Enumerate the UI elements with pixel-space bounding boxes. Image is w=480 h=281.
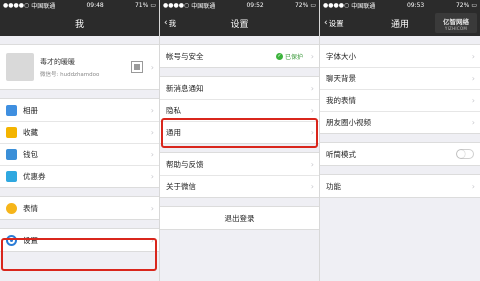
back-button[interactable]: ‹ 我 bbox=[164, 10, 176, 36]
chevron-right-icon: › bbox=[150, 150, 154, 159]
signal-icon: ●●●●○ bbox=[3, 1, 30, 9]
avatar bbox=[6, 53, 34, 81]
page-title: 设置 bbox=[230, 19, 249, 30]
back-button[interactable]: ‹ 设置 bbox=[324, 10, 344, 36]
menu-item-my-stickers[interactable]: 我的表情 › bbox=[320, 89, 480, 111]
menu-item-features[interactable]: 功能 › bbox=[320, 175, 480, 197]
battery-level: 72% bbox=[294, 1, 309, 9]
general-highlight-box bbox=[161, 118, 318, 148]
chevron-left-icon: ‹ bbox=[164, 18, 168, 28]
status-bar: ●●●●○ 中国联通 09:53 72% ▭ bbox=[320, 0, 480, 10]
chevron-right-icon: › bbox=[471, 74, 475, 83]
menu-group-main: 相册 › 收藏 › 钱包 › 优惠券 › bbox=[0, 98, 159, 188]
chevron-right-icon: › bbox=[471, 118, 475, 127]
chevron-right-icon: › bbox=[310, 159, 314, 169]
navbar: ‹ 设置 通用 亿智网络 YIZHICOM bbox=[320, 10, 480, 36]
brand-name: 亿智网络 bbox=[443, 17, 469, 26]
profile-id: 微信号: huddzhamdoo bbox=[40, 71, 100, 78]
status-time: 09:53 bbox=[406, 1, 425, 9]
chevron-right-icon: › bbox=[310, 182, 314, 191]
menu-item-help-feedback[interactable]: 帮助与反馈 › bbox=[160, 153, 319, 175]
menu-item-font-size[interactable]: 字体大小 › bbox=[320, 45, 480, 67]
screen-me: ●●●●○ 中国联通 09:48 71% ▭ 我 毒才的暖暖 微信号: huddzh… bbox=[0, 0, 160, 281]
protected-badge: ✓ 已保护 bbox=[275, 52, 303, 61]
chevron-right-icon: › bbox=[310, 106, 314, 115]
page-title: 我 bbox=[74, 19, 84, 30]
settings-highlight-box bbox=[1, 238, 157, 271]
chevron-right-icon: › bbox=[310, 83, 314, 93]
screenshot-strip: ●●●●○ 中国联通 09:48 71% ▭ 我 毒才的暖暖 微信号: huddzh… bbox=[0, 0, 480, 281]
qr-code-icon bbox=[131, 61, 143, 73]
status-time: 09:52 bbox=[246, 1, 264, 9]
signal-icon: ●●●●○ bbox=[163, 1, 190, 9]
chevron-right-icon: › bbox=[471, 181, 475, 191]
screen-settings: ●●●●○ 中国联通 09:52 72% ▭ ‹ 我 设置 帐号与安全 ✓ 已保护 › … bbox=[160, 0, 320, 281]
navbar: ‹ 我 设置 bbox=[160, 10, 319, 36]
carrier-name: 中国联通 bbox=[31, 2, 56, 10]
logout-button[interactable]: 退出登录 bbox=[160, 206, 319, 230]
battery-level: 71% bbox=[134, 1, 149, 9]
chevron-right-icon: › bbox=[150, 203, 154, 213]
battery-icon: ▭ bbox=[310, 1, 316, 9]
chevron-right-icon: › bbox=[150, 62, 154, 72]
menu-group-features: 功能 › bbox=[320, 174, 480, 198]
menu-item-moments-video[interactable]: 朋友圈小视频 › bbox=[320, 111, 480, 133]
menu-item-account-security[interactable]: 帐号与安全 ✓ 已保护 › bbox=[160, 45, 319, 67]
menu-item-wallet[interactable]: 钱包 › bbox=[0, 143, 159, 165]
profile-row[interactable]: 毒才的暖暖 微信号: huddzhamdoo › bbox=[0, 44, 159, 90]
menu-item-notifications[interactable]: 新消息通知 › bbox=[160, 77, 319, 99]
chevron-left-icon: ‹ bbox=[324, 18, 328, 28]
navbar: 我 bbox=[0, 10, 159, 36]
screen-general: ●●●●○ 中国联通 09:53 72% ▭ ‹ 设置 通用 亿智网络 YIZHICO… bbox=[320, 0, 480, 281]
chevron-right-icon: › bbox=[150, 105, 154, 115]
menu-item-album[interactable]: 相册 › bbox=[0, 99, 159, 121]
chevron-right-icon: › bbox=[471, 96, 475, 105]
signal-icon: ●●●●○ bbox=[323, 1, 350, 9]
brand-domain: YIZHICOM bbox=[444, 25, 468, 31]
menu-group-earpiece: 听筒模式 bbox=[320, 142, 480, 166]
menu-group-help: 帮助与反馈 › 关于微信 › bbox=[160, 152, 319, 198]
profile-name: 毒才的暖暖 bbox=[40, 57, 75, 66]
menu-item-chat-background[interactable]: 聊天背景 › bbox=[320, 67, 480, 89]
battery-level: 72% bbox=[455, 1, 470, 9]
chevron-right-icon: › bbox=[150, 128, 154, 137]
menu-group-display: 字体大小 › 聊天背景 › 我的表情 › 朋友圈小视频 › bbox=[320, 44, 480, 134]
sticker-smile-icon bbox=[6, 202, 17, 214]
status-bar: ●●●●○ 中国联通 09:52 72% ▭ bbox=[160, 0, 319, 10]
album-icon bbox=[6, 104, 17, 116]
menu-item-about[interactable]: 关于微信 › bbox=[160, 175, 319, 197]
carrier-name: 中国联通 bbox=[351, 2, 376, 10]
menu-item-coupons[interactable]: 优惠券 › bbox=[0, 165, 159, 187]
chevron-right-icon: › bbox=[150, 172, 154, 181]
brand-watermark: 亿智网络 YIZHICOM bbox=[435, 13, 477, 33]
menu-item-stickers[interactable]: 表情 › bbox=[0, 197, 159, 219]
chevron-right-icon: › bbox=[471, 51, 475, 61]
menu-item-favorites[interactable]: 收藏 › bbox=[0, 121, 159, 143]
menu-group-stickers: 表情 › bbox=[0, 196, 159, 220]
menu-group-account: 帐号与安全 ✓ 已保护 › bbox=[160, 44, 319, 68]
coupon-icon bbox=[6, 171, 17, 182]
status-time: 09:48 bbox=[86, 1, 104, 9]
battery-icon: ▭ bbox=[471, 1, 477, 9]
check-icon: ✓ bbox=[275, 52, 283, 60]
earpiece-mode-toggle[interactable] bbox=[456, 149, 474, 159]
menu-item-earpiece-mode: 听筒模式 bbox=[320, 143, 480, 165]
status-bar: ●●●●○ 中国联通 09:48 71% ▭ bbox=[0, 0, 159, 10]
chevron-right-icon: › bbox=[310, 51, 314, 61]
favorites-icon bbox=[6, 127, 17, 138]
carrier-name: 中国联通 bbox=[191, 2, 216, 10]
wallet-icon bbox=[6, 149, 17, 160]
page-title: 通用 bbox=[390, 19, 409, 30]
battery-icon: ▭ bbox=[150, 1, 156, 9]
